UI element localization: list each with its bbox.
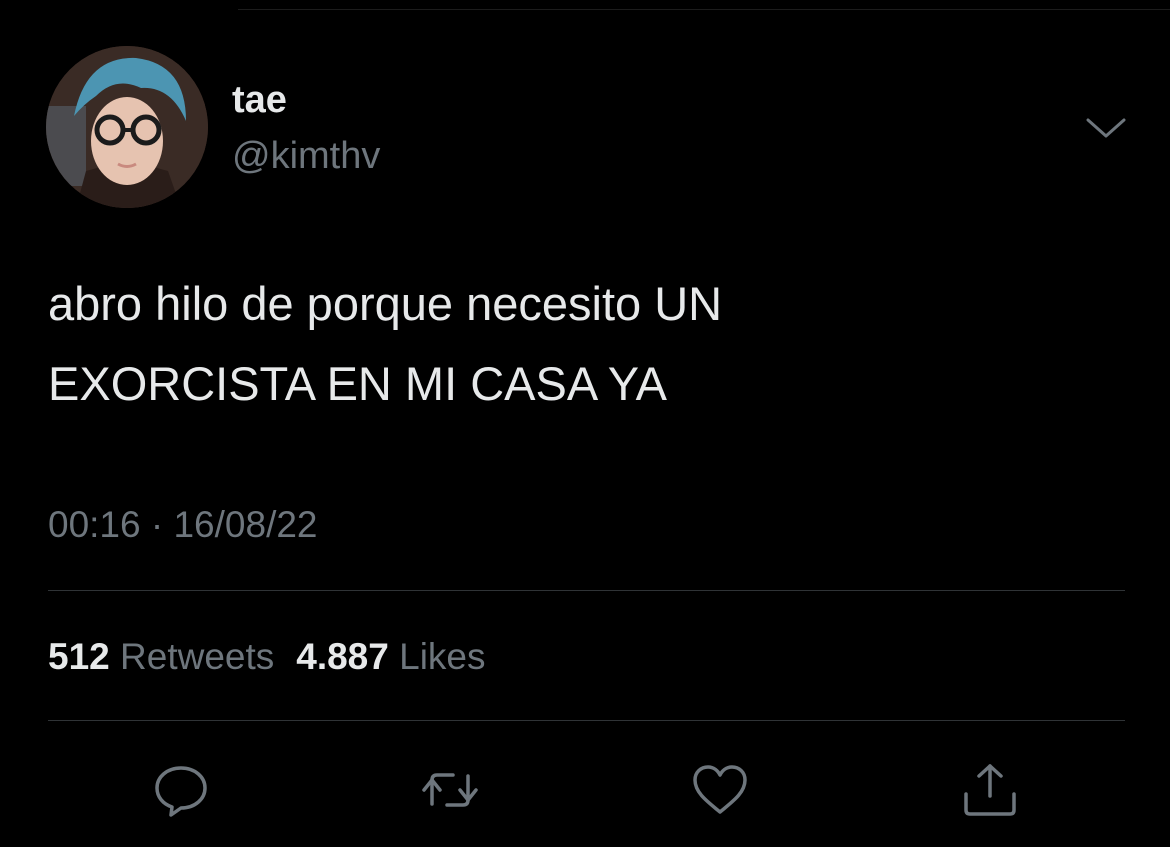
more-options-button[interactable] — [1082, 108, 1130, 148]
share-button[interactable] — [960, 760, 1020, 820]
display-name[interactable]: tae — [232, 78, 287, 122]
likes-count: 4.887 — [296, 636, 389, 677]
likes-stat[interactable]: 4.887 Likes — [296, 636, 485, 677]
top-divider — [238, 9, 1170, 10]
retweet-icon — [422, 773, 478, 807]
avatar[interactable] — [46, 46, 208, 208]
tweet-timestamp: 00:16 · 16/08/22 — [48, 502, 318, 548]
avatar-image — [46, 46, 208, 208]
retweet-button[interactable] — [420, 760, 480, 820]
stats-top-divider — [48, 590, 1125, 591]
retweets-stat[interactable]: 512 Retweets — [48, 636, 274, 677]
tweet-detail-view: tae @kimthv abro hilo de porque necesito… — [0, 0, 1170, 847]
share-icon — [964, 764, 1016, 816]
chevron-down-icon — [1086, 118, 1126, 138]
retweets-count: 512 — [48, 636, 110, 677]
timestamp-separator: · — [150, 504, 164, 545]
reply-button[interactable] — [151, 760, 211, 820]
retweets-label: Retweets — [120, 636, 275, 677]
like-button[interactable] — [690, 760, 750, 820]
heart-icon — [693, 765, 747, 814]
tweet-stats: 512 Retweets 4.887 Likes — [48, 634, 486, 680]
stats-bottom-divider — [48, 720, 1125, 721]
reply-icon — [155, 766, 207, 817]
tweet-time: 00:16 — [48, 504, 141, 545]
likes-label: Likes — [399, 636, 486, 677]
user-handle[interactable]: @kimthv — [232, 133, 380, 179]
tweet-text: abro hilo de porque necesito UN EXORCIST… — [48, 277, 723, 410]
tweet-date: 16/08/22 — [173, 504, 318, 545]
